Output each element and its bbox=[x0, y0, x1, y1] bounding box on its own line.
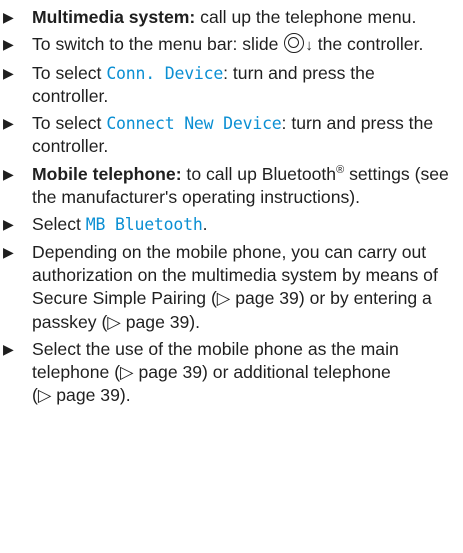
bullet-icon: ▶ bbox=[3, 165, 14, 182]
step-3-text-pre: To select bbox=[32, 62, 107, 83]
step-2: ▶ To switch to the menu bar: slide ↓ the… bbox=[0, 33, 453, 57]
step-1-keyword: Multimedia system: bbox=[32, 7, 196, 27]
step-6: ▶ Select MB Bluetooth. bbox=[0, 213, 453, 236]
step-7: ▶ Depending on the mobile phone, you can… bbox=[0, 241, 453, 334]
bullet-icon: ▶ bbox=[3, 243, 14, 260]
menu-item-mb-bluetooth: MB Bluetooth bbox=[85, 215, 203, 235]
page-reference-link[interactable]: (▷ page 39) bbox=[101, 312, 195, 332]
step-2-text-post: the controller. bbox=[312, 34, 424, 55]
instruction-list: ▶ Multimedia system: call up the telepho… bbox=[0, 0, 463, 408]
bullet-icon: ▶ bbox=[3, 36, 14, 53]
step-4-text-pre: To select bbox=[32, 113, 107, 134]
step-6-text-pre: Select bbox=[32, 214, 86, 235]
step-8-text-post: . bbox=[125, 385, 131, 406]
step-2-text-pre: To switch to the menu bar: slide bbox=[32, 34, 279, 55]
step-5-keyword: Mobile telephone: bbox=[32, 163, 182, 184]
bullet-icon: ▶ bbox=[3, 9, 14, 25]
step-6-text-post: . bbox=[202, 214, 208, 235]
menu-item-connect-new-device: Connect New Device bbox=[106, 114, 282, 134]
page-reference-link[interactable]: (▷ page 39) bbox=[32, 385, 126, 405]
bullet-icon: ▶ bbox=[3, 64, 14, 81]
step-1: ▶ Multimedia system: call up the telepho… bbox=[0, 6, 453, 29]
menu-item-conn-device: Conn. Device bbox=[106, 63, 224, 83]
page-reference-link[interactable]: (▷ page 39) bbox=[211, 288, 305, 308]
step-8: ▶ Select the use of the mobile phone as … bbox=[0, 338, 453, 408]
step-4: ▶ To select Connect New Device: turn and… bbox=[0, 112, 453, 159]
bullet-icon: ▶ bbox=[3, 115, 14, 132]
registered-mark: ® bbox=[336, 163, 345, 176]
step-7-text-post: . bbox=[195, 311, 201, 332]
bullet-icon: ▶ bbox=[3, 340, 14, 357]
step-5-text-pre: to call up Bluetooth bbox=[181, 163, 337, 184]
step-5: ▶ Mobile telephone: to call up Bluetooth… bbox=[0, 163, 453, 210]
step-8-text-mid: or additional telephone bbox=[207, 362, 391, 383]
slide-down-arrow-icon: ↓ bbox=[305, 37, 313, 55]
bullet-icon: ▶ bbox=[3, 216, 14, 233]
controller-icon bbox=[284, 33, 305, 54]
step-3: ▶ To select Conn. Device: turn and press… bbox=[0, 62, 453, 109]
page-reference-link[interactable]: (▷ page 39) bbox=[114, 362, 208, 382]
step-1-text: call up the telephone menu. bbox=[195, 7, 417, 27]
